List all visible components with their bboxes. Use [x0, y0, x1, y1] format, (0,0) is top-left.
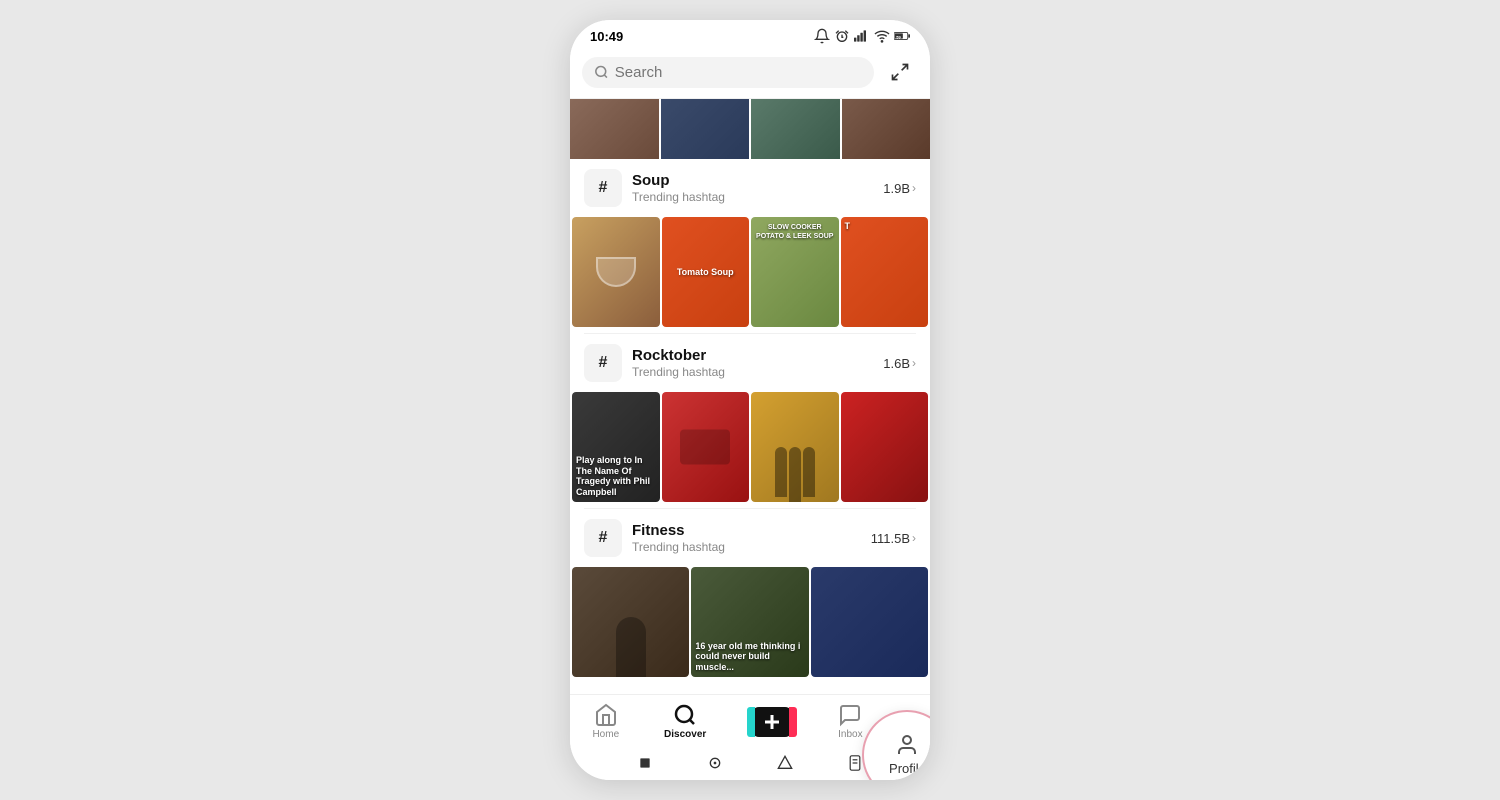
top-strip-img-2	[661, 99, 750, 159]
home-icon	[594, 703, 618, 727]
hashtag-info-rocktober: Rocktober Trending hashtag	[632, 347, 873, 379]
hashtag-header-rocktober[interactable]: # Rocktober Trending hashtag 1.6B ›	[570, 334, 930, 392]
android-recents[interactable]	[776, 754, 794, 772]
hashtag-count-rocktober: 1.6B ›	[883, 356, 916, 371]
hashtag-name-fitness: Fitness	[632, 522, 861, 539]
nav-item-discover[interactable]: Discover	[654, 701, 716, 742]
add-button[interactable]	[751, 707, 793, 737]
fit-label-2: 16 year old me thinking i could never bu…	[695, 641, 804, 673]
svg-text:59: 59	[896, 34, 901, 39]
expand-button[interactable]	[882, 54, 918, 90]
nav-item-home[interactable]: Home	[582, 701, 629, 742]
search-input[interactable]	[615, 64, 862, 81]
hashtag-section-rocktober: # Rocktober Trending hashtag 1.6B › Play…	[570, 334, 930, 504]
hashtag-sub-soup: Trending hashtag	[632, 190, 873, 204]
video-thumb-soup-2[interactable]: Tomato Soup	[662, 217, 750, 327]
search-bar	[570, 48, 930, 99]
profile-icon	[895, 733, 919, 757]
chevron-icon-fitness: ›	[912, 531, 916, 545]
hashtag-section-soup: # Soup Trending hashtag 1.9B › Tomato So…	[570, 159, 930, 329]
battery-icon: 59	[894, 28, 910, 44]
hashtag-count-soup: 1.9B ›	[883, 181, 916, 196]
hashtag-info-fitness: Fitness Trending hashtag	[632, 522, 861, 554]
search-input-wrap[interactable]	[582, 57, 874, 88]
hashtag-section-fitness: # Fitness Trending hashtag 111.5B › 16 y…	[570, 509, 930, 679]
bottom-nav: Home Discover Inbox	[570, 694, 930, 746]
hashtag-icon-soup: #	[584, 169, 622, 207]
hashtag-count-fitness: 111.5B ›	[871, 531, 916, 546]
status-time: 10:49	[590, 29, 623, 44]
hashtag-info-soup: Soup Trending hashtag	[632, 172, 873, 204]
soup-label-leek: SLOW COOKER POTATO & LEEK SOUP	[755, 223, 835, 241]
video-thumb-rock-3[interactable]	[751, 392, 839, 502]
hashtag-icon-fitness: #	[584, 519, 622, 557]
notification-icon	[814, 28, 830, 44]
video-grid-fitness: 16 year old me thinking i could never bu…	[570, 567, 930, 679]
video-thumb-rock-2[interactable]	[662, 392, 750, 502]
plus-icon	[760, 710, 784, 734]
search-icon	[594, 64, 609, 80]
top-strip	[570, 99, 930, 159]
rock-people	[775, 447, 815, 502]
video-thumb-fit-2[interactable]: 16 year old me thinking i could never bu…	[691, 567, 808, 677]
video-thumb-soup-1[interactable]	[572, 217, 660, 327]
discover-icon	[673, 703, 697, 727]
video-grid-soup: Tomato Soup SLOW COOKER POTATO & LEEK SO…	[570, 217, 930, 329]
nav-item-profile[interactable]: Profile	[897, 720, 917, 724]
expand-icon	[890, 62, 910, 82]
phone-frame: 10:49	[570, 20, 930, 780]
soup-label-4: T	[845, 221, 851, 231]
profile-label: Profile	[889, 761, 926, 776]
top-strip-img-1	[570, 99, 659, 159]
scroll-area[interactable]: # Soup Trending hashtag 1.9B › Tomato So…	[570, 99, 930, 694]
nav-item-add[interactable]	[741, 705, 803, 739]
discover-label: Discover	[664, 729, 706, 740]
top-strip-img-3	[751, 99, 840, 159]
hashtag-icon-rocktober: #	[584, 344, 622, 382]
signal-icon	[854, 28, 870, 44]
status-icons: 59	[814, 28, 910, 44]
status-bar: 10:49	[570, 20, 930, 48]
hashtag-sub-rocktober: Trending hashtag	[632, 365, 873, 379]
inbox-icon	[838, 703, 862, 727]
video-thumb-rock-4[interactable]	[841, 392, 929, 502]
video-thumb-rock-1[interactable]: Play along to In The Name Of Tragedy wit…	[572, 392, 660, 502]
alarm-icon	[834, 28, 850, 44]
hashtag-sub-fitness: Trending hashtag	[632, 540, 861, 554]
hashtag-header-soup[interactable]: # Soup Trending hashtag 1.9B ›	[570, 159, 930, 217]
home-label: Home	[592, 729, 619, 740]
hashtag-name-soup: Soup	[632, 172, 873, 189]
soup-label-tomato: Tomato Soup	[677, 267, 734, 277]
video-grid-rocktober: Play along to In The Name Of Tragedy wit…	[570, 392, 930, 504]
android-back[interactable]	[636, 754, 654, 772]
wifi-icon	[874, 28, 890, 44]
back-icon	[637, 755, 653, 771]
chevron-icon-soup: ›	[912, 181, 916, 195]
android-home-icon	[707, 755, 723, 771]
android-menu[interactable]	[846, 754, 864, 772]
chevron-icon-rocktober: ›	[912, 356, 916, 370]
top-strip-img-4	[842, 99, 931, 159]
menu-icon	[848, 755, 862, 771]
android-home[interactable]	[706, 754, 724, 772]
video-thumb-fit-1[interactable]	[572, 567, 689, 677]
rock-drum-shape	[680, 430, 730, 465]
inbox-label: Inbox	[838, 729, 862, 740]
video-thumb-soup-3[interactable]: SLOW COOKER POTATO & LEEK SOUP	[751, 217, 839, 327]
profile-highlight-ring: Profile	[862, 710, 930, 781]
video-thumb-fit-3[interactable]	[811, 567, 928, 677]
video-thumb-soup-4[interactable]: T	[841, 217, 929, 327]
recents-icon	[777, 755, 793, 771]
hashtag-header-fitness[interactable]: # Fitness Trending hashtag 111.5B ›	[570, 509, 930, 567]
hashtag-name-rocktober: Rocktober	[632, 347, 873, 364]
rock-label-1: Play along to In The Name Of Tragedy wit…	[576, 455, 656, 498]
